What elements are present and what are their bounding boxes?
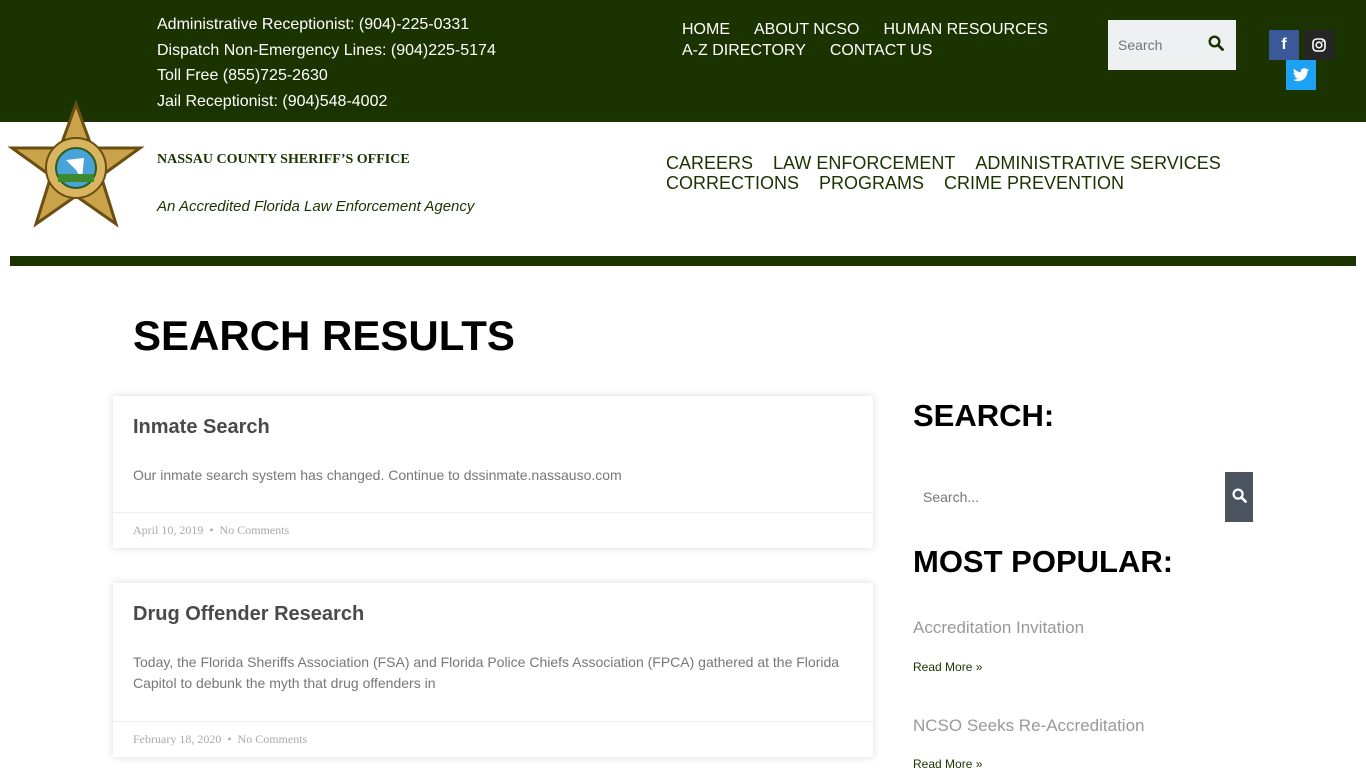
- header-divider: [10, 256, 1356, 266]
- result-meta: April 10, 2019 • No Comments: [113, 512, 873, 548]
- nav-directory[interactable]: A-Z DIRECTORY: [682, 41, 806, 60]
- nav-admin-services[interactable]: ADMINISTRATIVE SERVICES: [975, 153, 1220, 173]
- contact-list: Administrative Receptionist: (904)-225-0…: [157, 12, 496, 114]
- page-title: SEARCH RESULTS: [133, 312, 515, 359]
- result-excerpt: Today, the Florida Sheriffs Association …: [133, 654, 840, 691]
- tagline: An Accredited Florida Law Enforcement Ag…: [157, 198, 475, 215]
- search-result: Drug Offender Research Today, the Florid…: [113, 583, 873, 757]
- nav-contact[interactable]: CONTACT US: [830, 41, 933, 60]
- sidebar-search-heading: SEARCH:: [913, 398, 1055, 433]
- result-meta: February 18, 2020 • No Comments: [113, 721, 873, 757]
- separator: •: [209, 523, 214, 537]
- contact-jail: Jail Receptionist: (904)548-4002: [157, 92, 388, 110]
- nav-about[interactable]: ABOUT NCSO: [754, 20, 860, 39]
- nav-law-enforcement[interactable]: LAW ENFORCEMENT: [773, 153, 955, 173]
- instagram-icon[interactable]: [1304, 30, 1334, 60]
- nav-hr[interactable]: HUMAN RESOURCES: [884, 20, 1048, 39]
- contact-dispatch: Dispatch Non-Emergency Lines: (904)225-5…: [157, 41, 496, 59]
- sidebar-search-input[interactable]: [913, 472, 1225, 522]
- popular-post-title[interactable]: NCSO Seeks Re-Accreditation: [913, 716, 1144, 736]
- contact-toll-free: Toll Free (855)725-2630: [157, 67, 328, 84]
- twitter-icon[interactable]: [1286, 60, 1316, 90]
- sidebar-search-button[interactable]: [1225, 472, 1253, 522]
- read-more-link[interactable]: Read More »: [913, 660, 982, 674]
- separator: •: [227, 732, 232, 746]
- search-result: Inmate Search Our inmate search system h…: [113, 396, 873, 548]
- read-more-link[interactable]: Read More »: [913, 757, 982, 771]
- facebook-icon[interactable]: f: [1269, 30, 1299, 60]
- search-icon[interactable]: [1204, 34, 1228, 56]
- nav-corrections[interactable]: CORRECTIONS: [666, 173, 799, 193]
- org-name: NASSAU COUNTY SHERIFF’S OFFICE: [157, 152, 410, 167]
- top-search: [1108, 20, 1236, 70]
- nav-crime-prevention[interactable]: CRIME PREVENTION: [944, 173, 1124, 193]
- result-date: April 10, 2019: [133, 523, 204, 537]
- main-nav: CAREERS LAW ENFORCEMENT ADMINISTRATIVE S…: [666, 153, 1226, 193]
- popular-post-title[interactable]: Accreditation Invitation: [913, 618, 1084, 638]
- sheriff-star-logo[interactable]: [6, 99, 146, 232]
- result-comments: No Comments: [237, 732, 308, 746]
- top-nav: HOME ABOUT NCSO HUMAN RESOURCES A-Z DIRE…: [682, 20, 1062, 60]
- result-comments: No Comments: [219, 523, 290, 537]
- nav-programs[interactable]: PROGRAMS: [819, 173, 924, 193]
- sidebar-search: [913, 472, 1253, 522]
- result-excerpt: Our inmate search system has changed. Co…: [133, 467, 622, 483]
- result-title[interactable]: Drug Offender Research: [113, 583, 873, 626]
- result-title[interactable]: Inmate Search: [113, 396, 873, 439]
- contact-admin: Administrative Receptionist: (904)-225-0…: [157, 16, 470, 33]
- result-date: February 18, 2020: [133, 732, 222, 746]
- top-bar: Administrative Receptionist: (904)-225-0…: [0, 0, 1366, 122]
- most-popular-heading: MOST POPULAR:: [913, 544, 1174, 579]
- nav-home[interactable]: HOME: [682, 20, 730, 39]
- nav-careers[interactable]: CAREERS: [666, 153, 753, 173]
- top-search-input[interactable]: [1108, 37, 1204, 53]
- search-icon: [1231, 488, 1247, 503]
